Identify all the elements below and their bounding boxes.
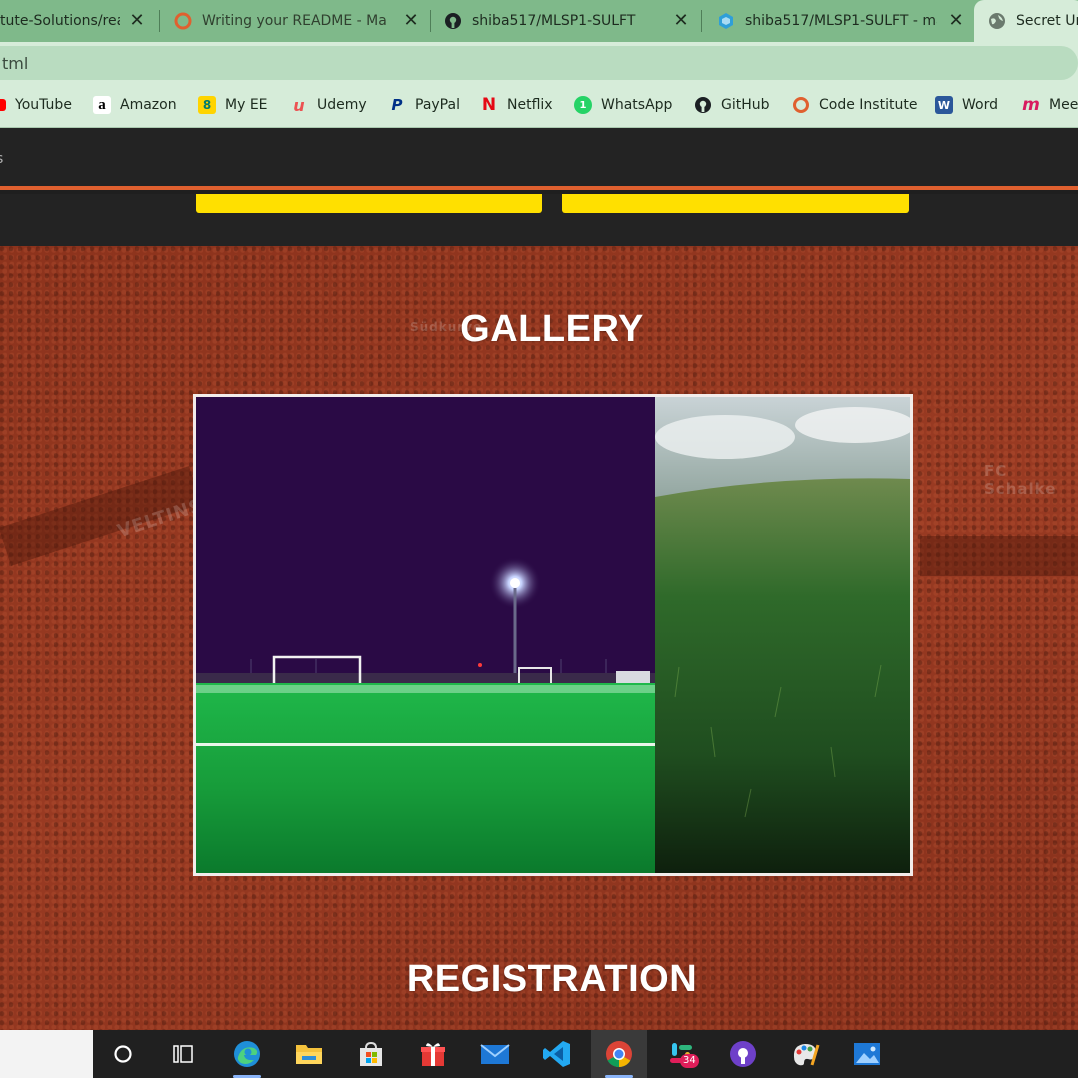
taskbar-search-box[interactable] <box>0 1030 93 1078</box>
stadium-sign: FC Schalke <box>984 462 1057 498</box>
word-icon: W <box>935 96 953 114</box>
tab-title: shiba517/MLSP1-SULFT <box>472 13 636 29</box>
tab-2[interactable]: Writing your README - Mar ✕ <box>174 0 426 42</box>
bookmark-label: Word <box>962 97 998 113</box>
amazon-icon: a <box>93 96 111 114</box>
tab-separator <box>159 10 160 32</box>
site-navbar: s <box>0 128 1078 190</box>
file-explorer-icon[interactable] <box>281 1030 337 1078</box>
windows-taskbar: 34 <box>0 1030 1078 1078</box>
close-icon[interactable]: ✕ <box>128 12 146 30</box>
code-institute-icon <box>174 12 192 30</box>
bookmark-label: My EE <box>225 97 268 113</box>
bookmark-udemy[interactable]: u Udemy <box>290 94 367 116</box>
tab-1[interactable]: tute-Solutions/rea ✕ <box>0 0 154 42</box>
bookmark-label: WhatsApp <box>601 97 673 113</box>
cta-button-left[interactable] <box>196 194 542 213</box>
microsoft-store-icon[interactable] <box>343 1030 399 1078</box>
bookmark-label: Mee <box>1049 97 1078 113</box>
globe-icon <box>988 12 1006 30</box>
bookmark-whatsapp[interactable]: 1 WhatsApp <box>574 94 672 116</box>
bookmark-label: Code Institute <box>819 97 918 113</box>
mail-icon[interactable] <box>467 1030 523 1078</box>
tab-4[interactable]: shiba517/MLSP1-SULFT - ma ✕ <box>717 0 971 42</box>
cortana-icon[interactable] <box>95 1030 151 1078</box>
bookmark-paypal[interactable]: P PayPal <box>388 94 460 116</box>
close-icon[interactable]: ✕ <box>402 12 420 30</box>
photos-icon[interactable] <box>839 1030 895 1078</box>
github-icon <box>694 96 712 114</box>
bookmark-github[interactable]: GitHub <box>694 94 770 116</box>
night-football-pitch-photo <box>196 397 655 873</box>
bookmark-my-ee[interactable]: 8 My EE <box>198 94 268 116</box>
gallery-heading: GALLERY <box>460 308 644 350</box>
close-icon[interactable]: ✕ <box>947 12 965 30</box>
stadium-ad-band <box>920 536 1078 576</box>
stadium-background: Südkurve VELTINS FC Schalke GALLERY REGI… <box>0 246 1078 1030</box>
url-text: tml <box>2 54 29 73</box>
grass-closeup-photo <box>655 397 910 873</box>
bookmark-label: Amazon <box>120 97 177 113</box>
paint-icon[interactable] <box>777 1030 833 1078</box>
tab-title: tute-Solutions/rea <box>0 13 120 29</box>
tab-separator <box>701 10 702 32</box>
netflix-icon: N <box>481 95 497 115</box>
tab-title: shiba517/MLSP1-SULFT - ma <box>745 13 937 29</box>
task-view-icon[interactable] <box>155 1030 211 1078</box>
bookmark-mee[interactable]: m Mee <box>1022 94 1078 116</box>
bookmark-label: PayPal <box>415 97 460 113</box>
bookmark-netflix[interactable]: N Netflix <box>480 94 553 116</box>
tab-strip: tute-Solutions/rea ✕ Writing your README… <box>0 0 1078 42</box>
bookmark-youtube[interactable]: YouTube <box>0 94 72 116</box>
mee-icon: m <box>1022 95 1040 115</box>
hero-bottom-strip <box>0 194 1078 246</box>
bookmark-code-institute[interactable]: Code Institute <box>792 94 917 116</box>
gallery-carousel[interactable] <box>193 394 913 876</box>
address-bar: tml <box>0 42 1078 84</box>
web-page: s Südkurve VELTINS FC Schalke GALLERY <box>0 128 1078 1030</box>
youtube-icon <box>0 99 6 111</box>
udemy-icon: u <box>293 95 305 115</box>
url-input[interactable]: tml <box>0 46 1078 80</box>
cta-button-right[interactable] <box>562 194 909 213</box>
registration-heading: REGISTRATION <box>406 958 698 1000</box>
github-desktop-icon[interactable] <box>715 1030 771 1078</box>
slack-icon[interactable]: 34 <box>653 1030 709 1078</box>
chrome-icon[interactable] <box>591 1030 647 1078</box>
tab-5-active[interactable]: Secret Ur <box>974 0 1078 42</box>
bookmark-label: Udemy <box>317 97 367 113</box>
cube-icon <box>717 12 735 30</box>
paypal-icon: P <box>391 96 403 114</box>
bookmark-label: YouTube <box>15 97 72 113</box>
gift-icon[interactable] <box>405 1030 461 1078</box>
bookmarks-bar: YouTube a Amazon 8 My EE u Udemy P PayPa… <box>0 84 1078 128</box>
tab-separator <box>430 10 431 32</box>
notification-badge: 34 <box>680 1054 699 1068</box>
tab-title: Secret Ur <box>1016 13 1078 29</box>
bookmark-amazon[interactable]: a Amazon <box>93 94 177 116</box>
tab-3[interactable]: shiba517/MLSP1-SULFT ✕ <box>444 0 696 42</box>
bookmark-label: Netflix <box>507 97 553 113</box>
vscode-icon[interactable] <box>529 1030 585 1078</box>
edge-icon[interactable] <box>219 1030 275 1078</box>
bookmark-label: GitHub <box>721 97 770 113</box>
tab-title: Writing your README - Mar <box>202 13 388 29</box>
ee-icon: 8 <box>198 96 216 114</box>
github-icon <box>444 12 462 30</box>
code-institute-icon <box>792 96 810 114</box>
close-icon[interactable]: ✕ <box>672 12 690 30</box>
nav-link-partial[interactable]: s <box>0 151 3 167</box>
whatsapp-icon: 1 <box>574 96 592 114</box>
bookmark-word[interactable]: W Word <box>935 94 998 116</box>
